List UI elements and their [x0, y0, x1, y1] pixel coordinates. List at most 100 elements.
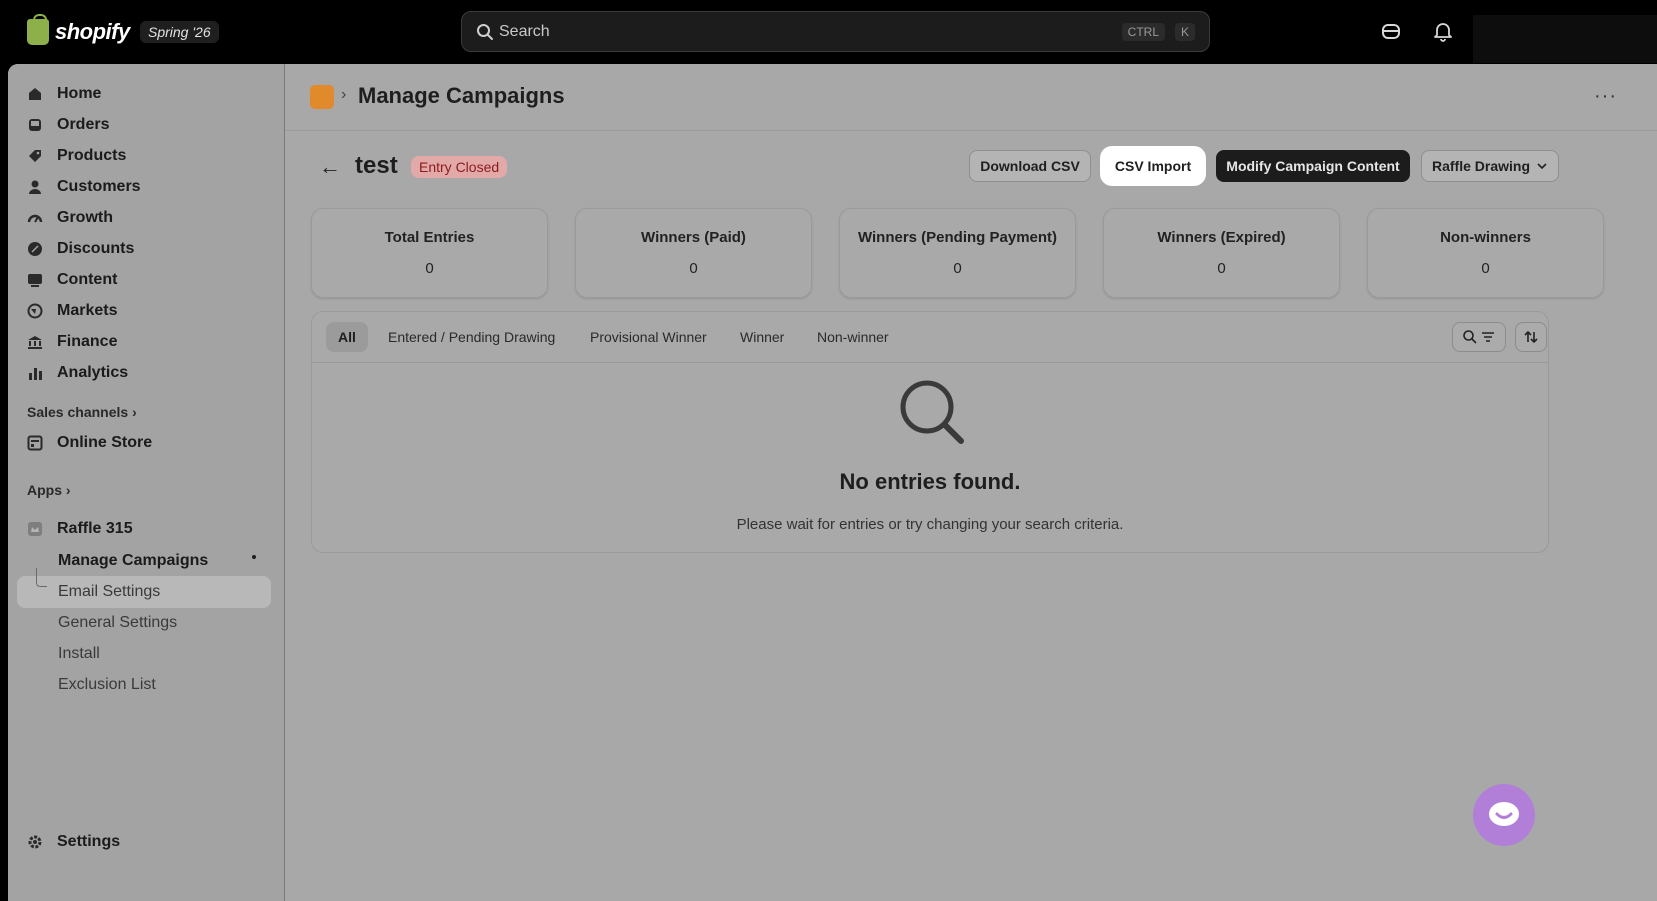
tab-all[interactable]: All	[326, 322, 368, 352]
stat-card-winners-paid: Winners (Paid) 0	[575, 208, 812, 298]
sidebar-item-label: Content	[57, 271, 118, 288]
sidebar-item-customers[interactable]: Customers	[26, 173, 141, 201]
stat-value: 0	[1217, 260, 1226, 277]
search-filter-button[interactable]	[1452, 322, 1506, 352]
sidebar-item-growth[interactable]: Growth	[26, 204, 113, 232]
app-icon	[26, 520, 44, 538]
campaign-name: test	[355, 152, 398, 179]
shopify-bag-icon	[27, 14, 49, 45]
empty-state-title: No entries found.	[839, 469, 1021, 494]
sidebar-item-label: Products	[57, 147, 127, 164]
stat-label: Total Entries	[384, 229, 475, 246]
sidebar-subitem-general-settings[interactable]: General Settings	[58, 614, 177, 632]
content-icon	[26, 271, 44, 289]
globe-icon	[26, 302, 44, 320]
sidebar-item-label: Growth	[57, 209, 113, 226]
search-input[interactable]: Search	[499, 23, 550, 41]
raffle-drawing-label: Raffle Drawing	[1431, 158, 1530, 174]
shortcut-ctrl: CTRL	[1121, 23, 1165, 41]
main-content: › Manage Campaigns ··· ← test Entry Clos…	[285, 64, 1657, 901]
filter-icon	[1482, 332, 1494, 342]
sidebar-item-home[interactable]: Home	[26, 80, 101, 108]
search-bar[interactable]: Search CTRL K	[461, 11, 1210, 52]
page-header: › Manage Campaigns ···	[285, 64, 1657, 131]
empty-state-subtitle: Please wait for entries or try changing …	[736, 516, 1124, 533]
chevron-down-icon	[1537, 163, 1547, 170]
tag-icon	[26, 147, 44, 165]
sidebar-item-markets[interactable]: Markets	[26, 297, 117, 325]
edition-badge[interactable]: Spring '26	[140, 21, 219, 43]
sidebar-item-orders[interactable]: Orders	[26, 111, 109, 139]
tab-provisional-winner[interactable]: Provisional Winner	[578, 322, 719, 352]
raffle-app-icon[interactable]	[310, 85, 334, 109]
sidekick-icon[interactable]	[1380, 20, 1402, 42]
bar-chart-icon	[26, 364, 44, 382]
tab-entered-pending[interactable]: Entered / Pending Drawing	[376, 322, 567, 352]
sidebar-item-products[interactable]: Products	[26, 142, 126, 170]
sidebar-subitem-install[interactable]: Install	[58, 645, 100, 663]
sidebar-subitem-manage-campaigns[interactable]: Manage Campaigns	[58, 552, 208, 570]
tree-connector	[36, 568, 47, 587]
shopify-logo[interactable]: shopify	[27, 14, 130, 47]
sidebar-item-label: Discounts	[57, 240, 135, 257]
csv-import-button[interactable]: CSV Import	[1104, 150, 1202, 182]
sidebar-item-content[interactable]: Content	[26, 266, 117, 294]
shortcut-k: K	[1174, 23, 1195, 41]
sort-icon	[1524, 330, 1538, 344]
chevron-right-icon: ›	[132, 404, 137, 420]
more-actions-icon[interactable]: ···	[1594, 85, 1617, 108]
sidebar-item-finance[interactable]: Finance	[26, 328, 117, 356]
sidebar-item-settings[interactable]: Settings	[26, 828, 120, 856]
search-icon	[477, 24, 493, 40]
apps-header[interactable]: Apps ›	[27, 482, 71, 498]
stat-label: Winners (Pending Payment)	[857, 229, 1058, 246]
sidebar-item-raffle-app[interactable]: Raffle 315	[26, 515, 133, 543]
gauge-icon	[26, 209, 44, 227]
sales-channels-header[interactable]: Sales channels ›	[27, 404, 137, 420]
sidebar-item-label: Settings	[57, 833, 121, 850]
bell-icon[interactable]	[1432, 20, 1454, 42]
stat-value: 0	[1481, 260, 1490, 277]
sidebar-item-label: Online Store	[57, 434, 153, 451]
app-pin-dot	[252, 555, 256, 559]
admin-shell: Home Orders Products Customers Growth Di…	[8, 64, 1657, 901]
stat-card-non-winners: Non-winners 0	[1367, 208, 1604, 298]
sidebar-subitem-email-settings[interactable]: Email Settings	[58, 583, 160, 601]
sidebar-item-discounts[interactable]: Discounts	[26, 235, 134, 263]
sidebar-item-online-store[interactable]: Online Store	[26, 429, 152, 457]
store-icon	[26, 434, 44, 452]
stat-value: 0	[689, 260, 698, 277]
tab-winner[interactable]: Winner	[728, 322, 796, 352]
back-arrow-icon[interactable]: ←	[319, 154, 341, 180]
account-area[interactable]	[1473, 15, 1657, 63]
page-title: Manage Campaigns	[358, 83, 565, 108]
sort-button[interactable]	[1515, 322, 1547, 352]
chat-bubble-button[interactable]	[1473, 784, 1535, 846]
sidebar: Home Orders Products Customers Growth Di…	[8, 64, 285, 901]
sidebar-item-label: Markets	[57, 302, 118, 319]
stat-card-total-entries: Total Entries 0	[311, 208, 548, 298]
home-icon	[26, 85, 44, 103]
download-csv-button[interactable]: Download CSV	[969, 150, 1091, 182]
sidebar-item-label: Raffle 315	[57, 520, 133, 537]
brand-name: shopify	[55, 19, 130, 44]
sidebar-item-label: Orders	[57, 116, 110, 133]
sidebar-subitem-exclusion-list[interactable]: Exclusion List	[58, 676, 156, 694]
sidebar-item-analytics[interactable]: Analytics	[26, 359, 128, 387]
entries-panel: All Entered / Pending Drawing Provisiona…	[311, 311, 1549, 553]
stat-value: 0	[953, 260, 962, 277]
raffle-drawing-dropdown[interactable]: Raffle Drawing	[1421, 150, 1559, 182]
stat-label: Non-winners	[1440, 229, 1531, 246]
inbox-icon	[26, 116, 44, 134]
breadcrumb-separator: ›	[341, 86, 347, 103]
search-icon	[1463, 330, 1477, 344]
bank-icon	[26, 333, 44, 351]
stat-card-winners-pending: Winners (Pending Payment) 0	[839, 208, 1076, 298]
stat-value: 0	[425, 260, 434, 277]
sidebar-item-label: Analytics	[57, 364, 129, 381]
modify-campaign-content-button[interactable]: Modify Campaign Content	[1216, 150, 1410, 182]
tab-non-winner[interactable]: Non-winner	[805, 322, 901, 352]
filter-tabs: All Entered / Pending Drawing Provisiona…	[312, 312, 1548, 363]
sidebar-item-label: Customers	[57, 178, 141, 195]
chat-icon	[1489, 802, 1519, 826]
